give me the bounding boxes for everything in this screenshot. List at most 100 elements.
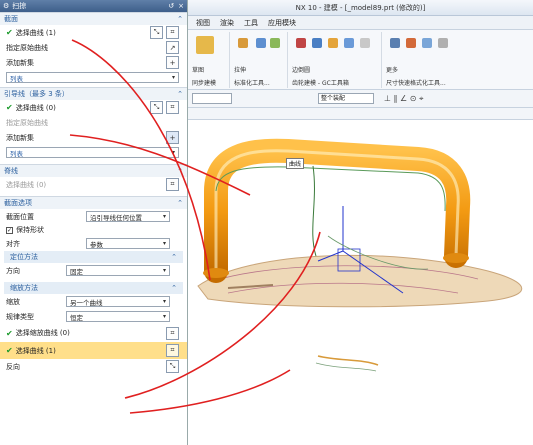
menu-item-applications[interactable]: 应用模块 (268, 18, 296, 28)
curve-select-icon[interactable]: ⌗ (166, 344, 179, 357)
ribbon-group-3: 边倒圆 齿轮建模 - GC工具箱 (290, 32, 382, 88)
chevron-up-icon: ⌃ (171, 284, 177, 292)
chevron-down-icon: ▾ (171, 149, 175, 156)
ribbon-group-2: 拉伸 标准化工具... (232, 32, 288, 88)
law-type-dropdown[interactable]: 恒定 ▾ (66, 311, 170, 322)
chevron-up-icon: ⌃ (177, 90, 183, 98)
menu-dropdown[interactable] (192, 93, 232, 104)
section-list-row[interactable]: 列表 ▾ (0, 70, 187, 85)
model-view[interactable] (188, 121, 533, 445)
section-specify-origin-row[interactable]: 指定原始曲线 ↗ (0, 40, 187, 55)
spine-select-curve-row[interactable]: 选择曲线 (0) ⌗ (0, 177, 187, 192)
curve-select-icon[interactable]: ⌗ (166, 101, 179, 114)
chevron-up-icon: ⌃ (177, 167, 183, 175)
ribbon-group-1: 草图 同步建模 (190, 32, 230, 88)
shell-icon[interactable] (312, 38, 322, 48)
add-set-icon[interactable]: + (166, 131, 179, 144)
scaling-select-curve-row[interactable]: ✔ 选择曲线 (1) ⌗ (0, 342, 187, 359)
ribbon: 草图 同步建模 拉伸 标准化工具... 边倒圆 齿轮建模 - GC工具箱 更多 … (188, 30, 533, 90)
sweep-dialog: ⚙ 扫掠 ↺ × 截面 ⌃ ✔ 选择曲线 (1) ⤡ ⌗ 指定原始曲线 ↗ 添加… (0, 0, 188, 445)
section-position-dropdown[interactable]: 沿引导线任何位置 ▾ (86, 211, 170, 222)
reverse-row[interactable]: 反向 ⤡ (0, 359, 187, 374)
curve-select-icon[interactable]: ⌗ (166, 326, 179, 340)
guide-select-curve-row[interactable]: ✔ 选择曲线 (0) ⤡ ⌗ (0, 100, 187, 115)
menu-item-view[interactable]: 视图 (196, 18, 210, 28)
section-header-section[interactable]: 截面 ⌃ (0, 12, 187, 25)
view-toolbar (188, 108, 533, 120)
curve-select-icon[interactable]: ⌗ (166, 26, 179, 39)
reverse-direction-icon[interactable]: ⤡ (166, 360, 179, 373)
align-dropdown[interactable]: 参数 ▾ (86, 238, 170, 249)
more-icon[interactable] (328, 38, 338, 48)
graphics-window[interactable]: 曲线 (188, 121, 533, 445)
guide-list-dropdown[interactable]: 列表 ▾ (6, 147, 179, 158)
dimension-icon[interactable] (390, 38, 400, 48)
reverse-direction-icon[interactable]: ⤡ (150, 26, 163, 39)
section-select-curve-row[interactable]: ✔ 选择曲线 (1) ⤡ ⌗ (0, 25, 187, 40)
edge-blend-icon[interactable] (296, 38, 306, 48)
section-position-row: 截面位置 沿引导线任何位置 ▾ (0, 209, 187, 224)
guide-add-new-set-row[interactable]: 添加新集 + (0, 130, 187, 145)
tool-icon[interactable] (344, 38, 354, 48)
guide-list-row[interactable]: 列表 ▾ (0, 145, 187, 160)
orientation-direction-row: 方向 固定 ▾ (0, 263, 187, 278)
check-icon: ✔ (6, 28, 13, 37)
guide-specify-origin-row[interactable]: 指定原始曲线 (0, 115, 187, 130)
chevron-down-icon: ▾ (162, 298, 166, 305)
preserve-shape-row[interactable]: ✓ 保持形状 (0, 224, 187, 236)
dialog-title: 扫掠 (12, 2, 27, 10)
chevron-down-icon: ▾ (162, 240, 166, 247)
select-scale-curve-row[interactable]: ✔ 选择缩放曲线 (0) ⌗ (0, 324, 187, 342)
tool-icon[interactable] (438, 38, 448, 48)
datum-plane-icon[interactable] (270, 38, 280, 48)
curve-select-icon[interactable]: ⌗ (166, 178, 179, 191)
scale-row: 缩放 另一个曲线 ▾ (0, 294, 187, 309)
reset-icon[interactable]: ↺ (168, 2, 174, 10)
ribbon-group-4: 更多 尺寸快速格式化工具... (384, 32, 531, 88)
nx-window: NX 10 - 建模 - [_model89.prt (修改的)] 视图 渲染 … (188, 0, 533, 445)
tool-icon[interactable] (360, 38, 370, 48)
chevron-up-icon: ⌃ (171, 253, 177, 261)
window-title: NX 10 - 建模 - [_model89.prt (修改的)] (295, 3, 426, 12)
check-icon: ✔ (6, 103, 13, 112)
chevron-up-icon: ⌃ (177, 199, 183, 207)
selection-toolbar: 整个装配 ⊥ ∥ ∠ ⊙ ⌖ (188, 90, 533, 108)
gear-icon[interactable]: ⚙ (3, 2, 9, 10)
section-header-spine[interactable]: 脊线 ⌃ (0, 164, 187, 177)
gear-icon[interactable] (406, 38, 416, 48)
orientation-subheader[interactable]: 定位方法 ⌃ (4, 251, 183, 263)
ribbon-group-label: 标准化工具... (234, 80, 270, 87)
menu-item-tools[interactable]: 工具 (244, 18, 258, 28)
align-row: 对齐 参数 ▾ (0, 236, 187, 251)
menu-item-render[interactable]: 渲染 (220, 18, 234, 28)
section-add-new-set-row[interactable]: 添加新集 + (0, 55, 187, 70)
chevron-down-icon: ▾ (162, 313, 166, 320)
ribbon-group-label: 同步建模 (192, 80, 217, 87)
scale-dropdown[interactable]: 另一个曲线 ▾ (66, 296, 170, 307)
origin-curve-icon[interactable]: ↗ (166, 41, 179, 54)
section-header-section-options[interactable]: 截面选项 ⌃ (0, 196, 187, 209)
law-type-row: 规律类型 恒定 ▾ (0, 309, 187, 324)
snap-icon[interactable]: ⊥ ∥ ∠ ⊙ ⌖ (384, 94, 424, 104)
revolve-icon[interactable] (256, 38, 266, 48)
add-set-icon[interactable]: + (166, 56, 179, 69)
extrude-icon[interactable] (238, 38, 248, 48)
curve-label-tag: 曲线 (286, 158, 305, 169)
menu-bar: 视图 渲染 工具 应用模块 (188, 16, 533, 30)
dialog-titlebar: ⚙ 扫掠 ↺ × (0, 0, 187, 12)
ribbon-group-label: 尺寸快速格式化工具... (386, 80, 446, 87)
reverse-direction-icon[interactable]: ⤡ (150, 101, 163, 114)
sketch-icon[interactable] (196, 36, 214, 54)
chevron-up-icon: ⌃ (177, 15, 183, 23)
chevron-down-icon: ▾ (171, 74, 175, 81)
section-list-dropdown[interactable]: 列表 ▾ (6, 72, 179, 83)
orientation-direction-dropdown[interactable]: 固定 ▾ (66, 265, 170, 276)
filter-dropdown[interactable]: 整个装配 (318, 93, 374, 104)
preserve-shape-checkbox[interactable]: ✓ (6, 226, 13, 234)
scaling-subheader[interactable]: 缩放方法 ⌃ (4, 282, 183, 294)
check-icon: ✔ (6, 346, 13, 355)
section-header-guide[interactable]: 引导线（最多 3 条） ⌃ (0, 87, 187, 100)
close-icon[interactable]: × (178, 2, 184, 10)
tool-icon[interactable] (422, 38, 432, 48)
nx-titlebar: NX 10 - 建模 - [_model89.prt (修改的)] (188, 0, 533, 16)
